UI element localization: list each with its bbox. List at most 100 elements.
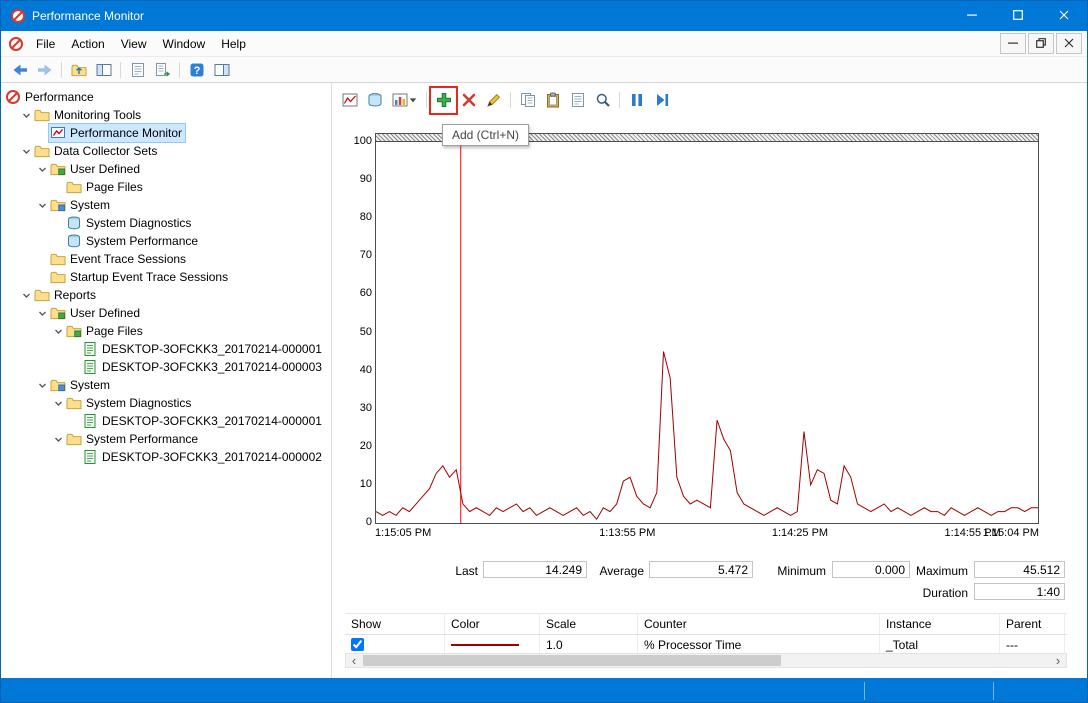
menu-window[interactable]: Window [155,33,214,55]
column-header-show[interactable]: Show [345,614,445,634]
tree-item-system[interactable]: System [1,376,331,394]
tree-item-reports[interactable]: Reports [1,286,331,304]
export-list-button[interactable] [150,58,175,81]
delete-counter-button[interactable] [456,89,481,112]
zoom-button[interactable] [590,89,615,112]
scroll-right-button[interactable]: › [1050,654,1066,667]
freeze-display-button[interactable] [624,89,649,112]
view-current-activity-button[interactable] [337,89,362,112]
show-counter-checkbox[interactable] [351,638,364,651]
show-hide-console-tree-button[interactable] [91,58,116,81]
horizontal-scrollbar[interactable]: ‹ › [345,653,1067,668]
chevron-down-icon[interactable] [20,109,33,122]
chevron-spacer [68,343,81,356]
tree-item-performance-monitor[interactable]: Performance Monitor [1,124,331,142]
back-button[interactable] [7,58,32,81]
column-header-parent[interactable]: Parent [1000,614,1065,634]
menu-action[interactable]: Action [63,33,112,55]
chevron-down-icon[interactable] [20,289,33,302]
mdi-close-button[interactable] [1056,33,1082,54]
tree-item-system-performance[interactable]: System Performance [1,232,331,250]
tree-item-page-files[interactable]: Page Files [1,178,331,196]
column-header-counter[interactable]: Counter [638,614,880,634]
show-hide-action-pane-button[interactable] [209,58,234,81]
chevron-down-icon[interactable] [36,163,49,176]
column-header-scale[interactable]: Scale [540,614,638,634]
tree-item-monitoring-tools[interactable]: Monitoring Tools [1,106,331,124]
mdi-minimize-button[interactable] [1000,33,1026,54]
tree-item-content: System [49,196,113,214]
add-counter-button[interactable] [431,89,456,112]
zoom-icon [595,92,611,108]
statusbar-divider [993,682,994,700]
tree-item-system-diagnostics[interactable]: System Diagnostics [1,214,331,232]
column-header-instance[interactable]: Instance [880,614,1000,634]
counter-cell: % Processor Time [638,635,880,654]
tree-item-page-files[interactable]: Page Files [1,322,331,340]
close-button[interactable] [1041,1,1087,31]
menu-view[interactable]: View [113,33,155,55]
properties-icon [570,92,586,108]
tree-item-event-trace-sessions[interactable]: Event Trace Sessions [1,250,331,268]
counter-row[interactable]: 1.0% Processor Time_Total--- [345,635,1067,655]
console-tree: PerformanceMonitoring ToolsPerformance M… [1,83,332,678]
dropdown-caret-icon [409,96,417,104]
toolbar-separator [619,92,620,108]
tree-item-system-diagnostics[interactable]: System Diagnostics [1,394,331,412]
properties-button[interactable] [125,58,150,81]
tree-item-desktop-3ofckk3-20170214-000002[interactable]: DESKTOP-3OFCKK3_20170214-000002 [1,448,331,466]
help-button[interactable]: ? [184,58,209,81]
column-header-color[interactable]: Color [445,614,540,634]
tree-item-label: Event Trace Sessions [70,252,186,266]
tree-item-performance[interactable]: Performance [1,88,331,106]
folder-green-icon [50,161,66,177]
change-graph-type-button[interactable] [387,89,422,112]
chevron-down-icon[interactable] [36,307,49,320]
minimize-icon [967,9,977,23]
main-area: PerformanceMonitoring ToolsPerformance M… [1,83,1087,678]
scroll-left-button[interactable]: ‹ [346,654,362,667]
chevron-down-icon[interactable] [52,433,65,446]
maximize-button[interactable] [995,1,1041,31]
chevron-down-icon[interactable] [36,379,49,392]
tree-item-system[interactable]: System [1,196,331,214]
tree-item-data-collector-sets[interactable]: Data Collector Sets [1,142,331,160]
properties-button[interactable] [565,89,590,112]
tree-item-desktop-3ofckk3-20170214-000001[interactable]: DESKTOP-3OFCKK3_20170214-000001 [1,412,331,430]
tree-item-label: Startup Event Trace Sessions [70,270,228,284]
mdi-restore-button[interactable] [1028,33,1054,54]
perfmon-logo-icon [5,89,21,105]
update-data-icon [654,92,670,108]
tree-item-system-performance[interactable]: System Performance [1,430,331,448]
tree-item-desktop-3ofckk3-20170214-000001[interactable]: DESKTOP-3OFCKK3_20170214-000001 [1,340,331,358]
folder-green-icon [66,323,82,339]
view-log-data-button[interactable] [362,89,387,112]
tree-item-content: System Diagnostics [65,394,194,412]
copy-properties-button[interactable] [515,89,540,112]
minimize-button[interactable] [949,1,995,31]
chevron-down-icon[interactable] [20,145,33,158]
update-data-button[interactable] [649,89,674,112]
tree-item-label: System Performance [86,234,198,248]
up-one-level-button[interactable] [66,58,91,81]
parent-cell: --- [1000,635,1065,654]
chevron-down-icon[interactable] [52,325,65,338]
toolbar-separator [61,62,62,78]
tree-item-user-defined[interactable]: User Defined [1,160,331,178]
scrollbar-thumb[interactable] [363,655,781,666]
folder-icon [34,143,50,159]
chevron-down-icon[interactable] [36,199,49,212]
forward-button[interactable] [32,58,57,81]
menu-file[interactable]: File [28,33,63,55]
toolbar-separator [179,62,180,78]
menu-help[interactable]: Help [213,33,254,55]
tree-item-user-defined[interactable]: User Defined [1,304,331,322]
highlight-button[interactable] [481,89,506,112]
titlebar[interactable]: Performance Monitor [1,1,1087,31]
chevron-down-icon[interactable] [52,397,65,410]
tree-item-label: DESKTOP-3OFCKK3_20170214-000002 [102,450,322,464]
export-list-icon [155,62,171,78]
tree-item-startup-event-trace-sessions[interactable]: Startup Event Trace Sessions [1,268,331,286]
tree-item-desktop-3ofckk3-20170214-000003[interactable]: DESKTOP-3OFCKK3_20170214-000003 [1,358,331,376]
paste-counter-list-button[interactable] [540,89,565,112]
